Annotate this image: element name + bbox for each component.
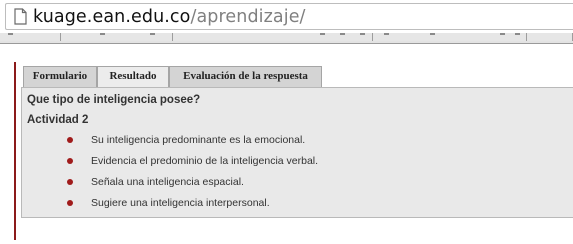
tab-resultado-label: Resultado <box>109 70 157 82</box>
answer-text: Sugiere una inteligencia interpersonal. <box>91 197 270 209</box>
site-nav-strip <box>0 33 573 44</box>
tab-evaluacion[interactable]: Evaluación de la respuesta <box>169 66 322 87</box>
tab-formulario-label: Formulario <box>32 70 88 82</box>
bullet-icon <box>67 179 73 185</box>
result-panel: Que tipo de inteligencia posee? Activida… <box>21 87 573 218</box>
bullet-icon <box>67 137 73 143</box>
browser-address-bar: kuage.ean.edu.co/aprendizaje/ <box>0 0 573 33</box>
answer-text: Su inteligencia predominante es la emoci… <box>91 134 306 146</box>
page-icon <box>14 8 27 25</box>
tab-resultado[interactable]: Resultado <box>97 66 169 88</box>
tab-formulario[interactable]: Formulario <box>23 66 97 87</box>
left-accent-rule <box>14 62 16 240</box>
bullet-icon <box>67 158 73 164</box>
url-field[interactable]: kuage.ean.edu.co/aprendizaje/ <box>5 3 573 30</box>
list-item: Sugiere una inteligencia interpersonal. <box>22 196 562 212</box>
url-path: /aprendizaje/ <box>190 7 306 27</box>
bullet-icon <box>67 200 73 206</box>
list-item: Su inteligencia predominante es la emoci… <box>22 133 562 149</box>
list-item: Señala una inteligencia espacial. <box>22 175 562 191</box>
url-text: kuage.ean.edu.co/aprendizaje/ <box>33 7 306 27</box>
tab-evaluacion-label: Evaluación de la respuesta <box>183 70 308 82</box>
url-host: kuage.ean.edu.co <box>33 7 191 27</box>
answer-text: Señala una inteligencia espacial. <box>91 176 244 188</box>
activity-title: Actividad 2 <box>27 114 89 126</box>
answer-text: Evidencia el predominio de la inteligenc… <box>91 155 319 167</box>
list-item: Evidencia el predominio de la inteligenc… <box>22 154 562 170</box>
question-text: Que tipo de inteligencia posee? <box>27 94 201 106</box>
